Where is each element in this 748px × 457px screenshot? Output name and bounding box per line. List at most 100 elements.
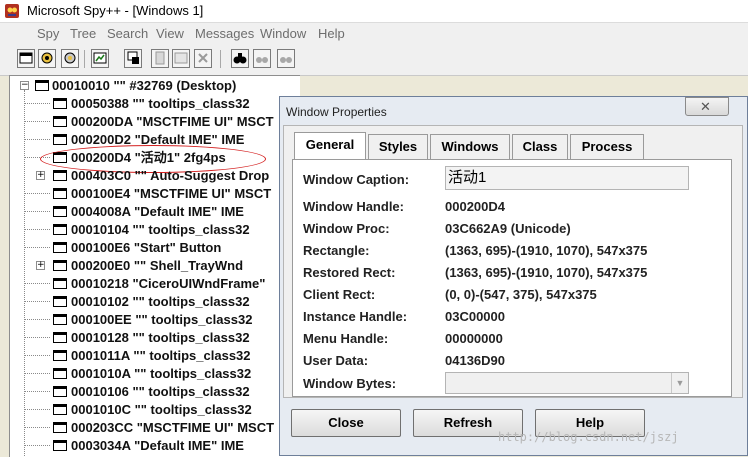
find-prev-icon[interactable] [277,49,295,68]
expand-icon[interactable]: + [36,171,45,180]
tree-item[interactable]: 000100E4 "MSCTFIME UI" MSCT [71,186,271,202]
menu-help[interactable]: Help [318,26,345,42]
window-tree[interactable]: − 00010010 "" #32769 (Desktop) 00050388 … [9,75,300,457]
properties-icon[interactable] [151,49,169,68]
toolbar-separator [220,50,221,68]
spy-app-icon [5,4,19,18]
window-node-icon [53,278,67,289]
tree-item[interactable]: 00010218 "CiceroUIWndFrame" [71,276,265,292]
expand-icon[interactable]: + [36,261,45,270]
window-node-icon [53,332,67,343]
collapse-icon[interactable]: − [20,81,29,90]
rect-value: (1363, 695)-(1910, 1070), 547x375 [445,243,648,258]
window-node-icon [53,170,67,181]
toolbar [0,45,748,76]
window-node-icon [35,80,49,91]
bytes-combobox[interactable]: ▼ [445,372,689,394]
tree-item[interactable]: 00010102 "" tooltips_class32 [71,294,250,310]
tree-item[interactable]: 0003034A "Default IME" IME [71,438,244,454]
tree-item[interactable]: 00050388 "" tooltips_class32 [71,96,250,112]
tree-item[interactable]: 0001011A "" tooltips_class32 [71,348,251,364]
tree-item[interactable]: 00010104 "" tooltips_class32 [71,222,250,238]
tree-item[interactable]: 000200E0 "" Shell_TrayWnd [71,258,243,274]
window-node-icon [53,116,67,127]
client-value: (0, 0)-(547, 375), 547x375 [445,287,597,302]
tab-process[interactable]: Process [570,134,644,160]
tree-root-label[interactable]: 00010010 "" #32769 (Desktop) [52,78,236,94]
window-title: Microsoft Spy++ - [Windows 1] [27,3,204,18]
bytes-label: Window Bytes: [303,376,397,391]
menu-window[interactable]: Window [260,26,306,42]
tree-item[interactable]: 000200DA "MSCTFIME UI" MSCT [71,114,274,130]
window-node-icon [53,260,67,271]
tree-item[interactable]: 0001010C "" tooltips_class32 [71,402,252,418]
userdata-value: 04136D90 [445,353,505,368]
window-node-icon [53,134,67,145]
client-label: Client Rect: [303,287,376,302]
window-node-icon [53,368,67,379]
close-button[interactable]: Close [291,409,401,437]
general-tab-content: Window Caption: 活动1 Window Handle: 00020… [292,159,732,397]
proc-label: Window Proc: [303,221,390,236]
menu-tree[interactable]: Tree [70,26,96,42]
rect-label: Rectangle: [303,243,370,258]
chevron-down-icon[interactable]: ▼ [671,373,688,393]
tab-styles[interactable]: Styles [368,134,428,160]
window-node-icon [53,440,67,451]
menu-bar: Spy Tree Search View Messages Window Hel… [0,23,748,45]
window-node-icon [53,404,67,415]
instance-label: Instance Handle: [303,309,408,324]
tab-general[interactable]: General [294,132,366,159]
window-node-icon [53,296,67,307]
toolbar-separator [84,50,85,68]
find-next-icon[interactable] [253,49,271,68]
window-node-icon [53,206,67,217]
tree-item[interactable]: 00010128 "" tooltips_class32 [71,330,250,346]
menu-view[interactable]: View [156,26,184,42]
messages-icon[interactable] [91,49,109,68]
tree-item[interactable]: 00010106 "" tooltips_class32 [71,384,250,400]
watermark: http://blog.csdn.net/jszj [498,430,679,444]
binoculars-icon[interactable] [231,49,249,68]
window-properties-dialog: Window Properties ✕ General Styles Windo… [279,96,748,456]
menu-spy[interactable]: Spy [37,26,59,42]
close-icon: ✕ [700,99,711,114]
window-node-icon [53,386,67,397]
dialog-title: Window Properties [286,105,387,119]
restored-value: (1363, 695)-(1910, 1070), 547x375 [445,265,648,280]
handle-label: Window Handle: [303,199,404,214]
instance-value: 03C00000 [445,309,505,324]
caption-label: Window Caption: [303,172,410,187]
tab-windows[interactable]: Windows [430,134,510,160]
tree-item[interactable]: 0004008A "Default IME" IME [71,204,244,220]
menu-search[interactable]: Search [107,26,148,42]
caption-field[interactable]: 活动1 [445,166,689,190]
menu-handle-value: 00000000 [445,331,503,346]
window-node-icon [53,314,67,325]
tree-guide-line [24,90,25,457]
clear-icon[interactable] [194,49,212,68]
window-node-icon [53,242,67,253]
windows-icon[interactable] [17,49,35,68]
window-node-icon [53,422,67,433]
restored-label: Restored Rect: [303,265,396,280]
handle-value: 000200D4 [445,199,505,214]
userdata-label: User Data: [303,353,369,368]
find-window-icon[interactable] [124,49,142,68]
menu-messages[interactable]: Messages [195,26,254,42]
tree-item[interactable]: 0001010A "" tooltips_class32 [71,366,251,382]
window-node-icon [53,98,67,109]
threads-icon[interactable] [61,49,79,68]
proc-value: 03C662A9 (Unicode) [445,221,571,236]
log-icon[interactable] [172,49,190,68]
tree-item[interactable]: 000100EE "" tooltips_class32 [71,312,252,328]
processes-icon[interactable] [38,49,56,68]
window-node-icon [53,224,67,235]
tree-item[interactable]: 000203CC "MSCTFIME UI" MSCT [71,420,274,436]
tab-class[interactable]: Class [512,134,568,160]
tree-item[interactable]: 000403C0 "" Auto-Suggest Drop [71,168,269,184]
dialog-close-button[interactable]: ✕ [685,97,729,116]
tree-item[interactable]: 000100E6 "Start" Button [71,240,221,256]
window-node-icon [53,188,67,199]
window-node-icon [53,350,67,361]
